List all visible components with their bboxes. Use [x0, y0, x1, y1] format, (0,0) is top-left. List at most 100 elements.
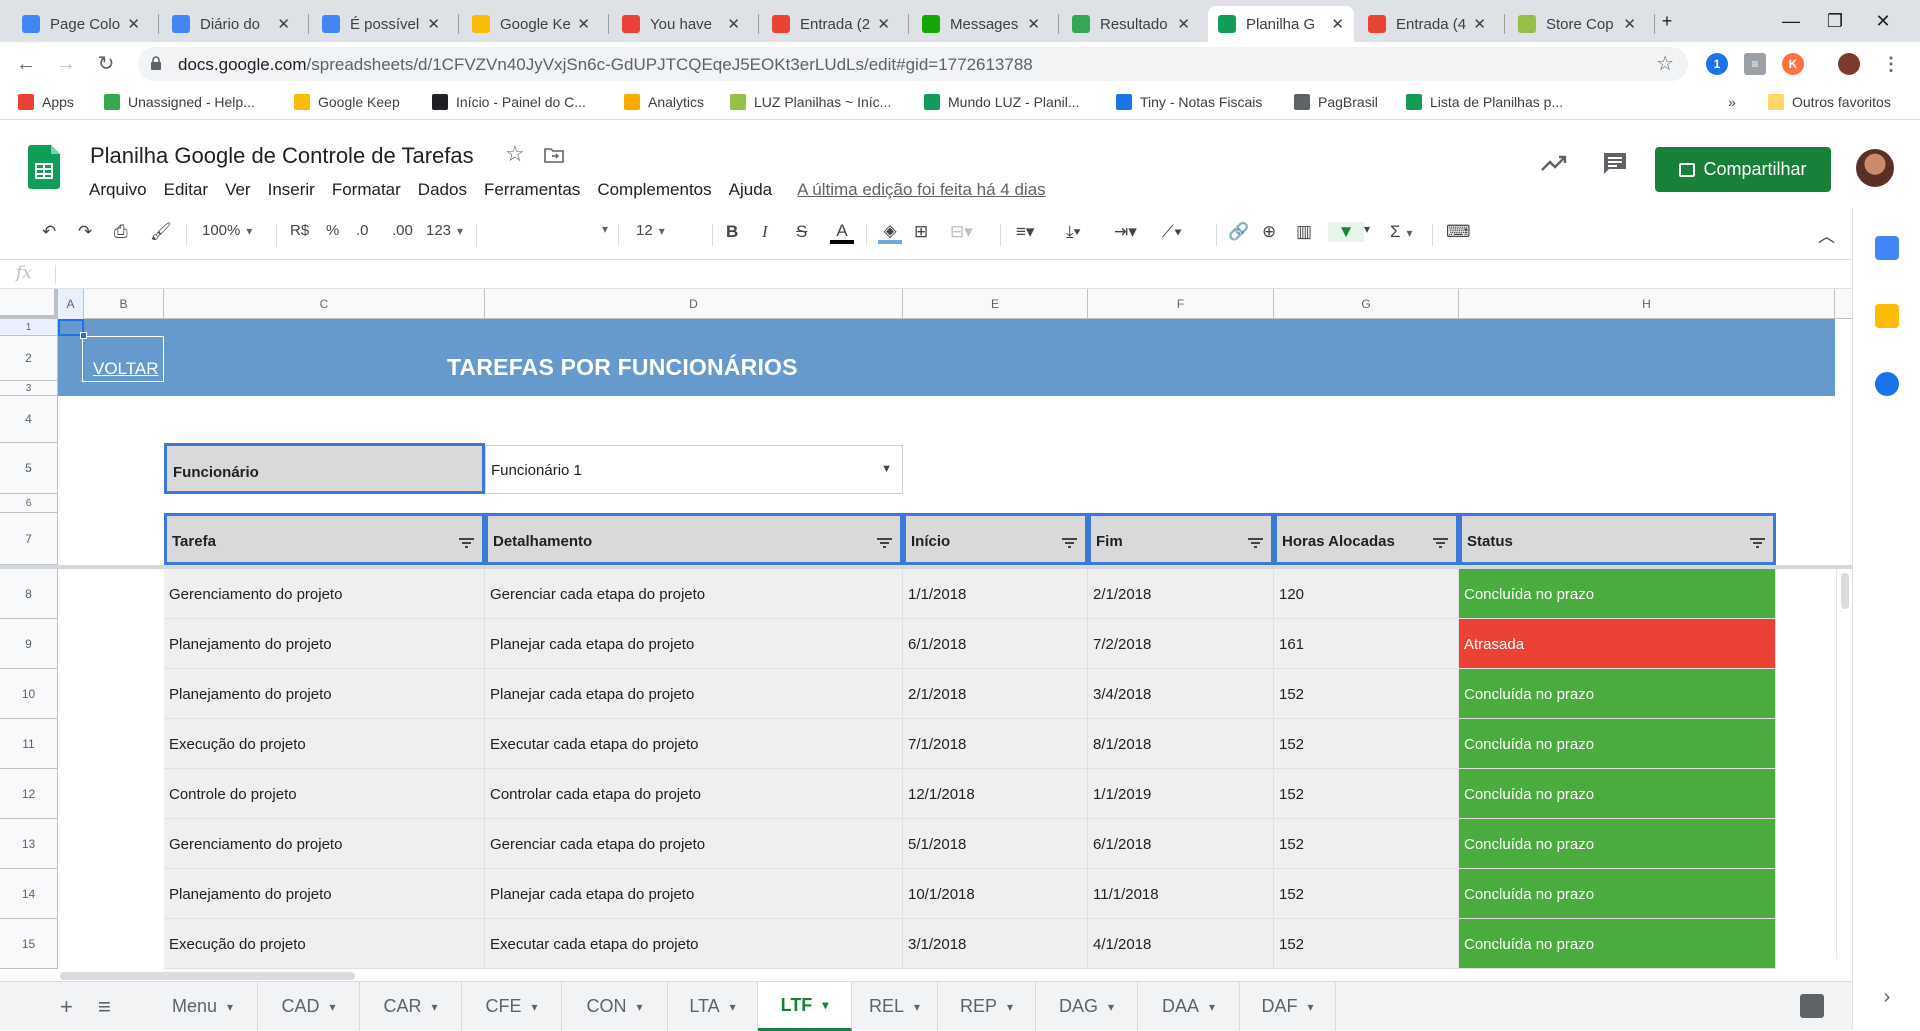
other-bookmarks-folder[interactable]: Outros favoritos	[1768, 94, 1891, 110]
filter-button-icon[interactable]	[1433, 535, 1448, 548]
filter-button-icon[interactable]	[1062, 535, 1077, 548]
close-tab-icon[interactable]: ✕	[1027, 15, 1040, 33]
filter-button-icon[interactable]	[877, 535, 892, 548]
browser-tab[interactable]: Store Cop ✕	[1508, 6, 1646, 42]
table-cell[interactable]: Executar cada etapa do projeto	[485, 719, 903, 769]
sheet-tab[interactable]: REL	[852, 982, 938, 1031]
1password-icon[interactable]: 1	[1706, 53, 1728, 75]
horizontal-align-icon[interactable]: ≡▾	[1016, 222, 1034, 242]
table-cell[interactable]: 161	[1274, 619, 1459, 669]
menu-item[interactable]: Complementos	[597, 180, 711, 200]
browser-tab[interactable]: Page Colo ✕	[12, 6, 150, 42]
sheet-tab[interactable]: REP	[938, 982, 1036, 1031]
font-size-select[interactable]: 12	[636, 222, 665, 239]
star-icon[interactable]: ☆	[505, 141, 525, 167]
insert-comment-icon[interactable]: ⊕	[1262, 222, 1276, 242]
table-cell[interactable]: Concluída no prazo	[1459, 919, 1776, 969]
bookmark-item[interactable]: Analytics	[624, 94, 704, 110]
table-cell[interactable]: Controlar cada etapa do projeto	[485, 769, 903, 819]
browser-tab[interactable]: You have ✕	[612, 6, 750, 42]
table-cell[interactable]: Planejar cada etapa do projeto	[485, 619, 903, 669]
close-tab-icon[interactable]: ✕	[1473, 15, 1486, 33]
calendar-icon[interactable]	[1875, 236, 1899, 260]
zoom-select[interactable]: 100%	[202, 222, 252, 239]
table-cell[interactable]: 152	[1274, 669, 1459, 719]
spreadsheet-grid[interactable]: ABCDEFGH 1 2 3 4 5 6 7 8 9 10 11 12 13 14 15 VOLTAR TA…	[0, 289, 1852, 969]
table-cell[interactable]: Concluída no prazo	[1459, 769, 1776, 819]
bookmark-item[interactable]: Tiny - Notas Fiscais	[1116, 94, 1262, 110]
strikethrough-button[interactable]: S	[796, 222, 807, 242]
row-header[interactable]: 1	[0, 319, 58, 336]
bold-button[interactable]: B	[726, 222, 738, 242]
table-cell[interactable]: 152	[1274, 769, 1459, 819]
bookmark-item[interactable]: LUZ Planilhas ~ Iníc...	[730, 94, 891, 110]
maximize-icon[interactable]: ❐	[1812, 6, 1858, 36]
text-wrap-icon[interactable]: ⇥▾	[1114, 222, 1137, 242]
font-family-select[interactable]: ▾	[490, 222, 608, 236]
sheet-tab[interactable]: DAG	[1036, 982, 1138, 1031]
sheet-tab[interactable]: Menu	[148, 982, 258, 1031]
table-cell[interactable]: 2/1/2018	[1088, 569, 1274, 619]
back-button[interactable]: ←	[12, 50, 40, 78]
document-title[interactable]: Planilha Google de Controle de Tarefas	[90, 143, 474, 169]
address-bar[interactable]: docs.google.com/spreadsheets/d/1CFVZVn40…	[138, 47, 1688, 81]
table-cell[interactable]: 7/1/2018	[903, 719, 1088, 769]
more-formats-select[interactable]: 123	[426, 222, 463, 239]
voltar-link[interactable]: VOLTAR	[82, 336, 164, 382]
borders-icon[interactable]: ⊞	[914, 222, 928, 242]
last-edit-link[interactable]: A última edição foi feita há 4 dias	[797, 180, 1046, 200]
sheet-tab[interactable]: CFE	[462, 982, 562, 1031]
sheet-tab[interactable]: CAR	[360, 982, 462, 1031]
vertical-align-icon[interactable]: ⤓▾	[1066, 222, 1081, 242]
close-tab-icon[interactable]: ✕	[427, 15, 440, 33]
table-cell[interactable]: 1/1/2019	[1088, 769, 1274, 819]
table-cell[interactable]: Execução do projeto	[164, 919, 485, 969]
column-header[interactable]: G	[1274, 289, 1459, 319]
table-cell[interactable]: Planejamento do projeto	[164, 619, 485, 669]
merge-cells-icon[interactable]: ⊟▾	[950, 222, 973, 242]
collapse-toolbar-icon[interactable]: ︿	[1818, 222, 1835, 247]
menu-item[interactable]: Arquivo	[89, 180, 147, 200]
browser-tab[interactable]: Entrada (2 ✕	[762, 6, 900, 42]
close-tab-icon[interactable]: ✕	[1177, 15, 1190, 33]
sheet-tab[interactable]: LTA	[668, 982, 758, 1031]
bookmark-star-icon[interactable]: ☆	[1656, 51, 1674, 76]
activity-dashboard-icon[interactable]	[1540, 153, 1568, 173]
move-folder-icon[interactable]	[544, 147, 564, 163]
row-header[interactable]: 6	[0, 494, 58, 513]
column-header[interactable]: F	[1088, 289, 1274, 319]
row-header[interactable]: 14	[0, 869, 58, 919]
filter-button-icon[interactable]	[1248, 535, 1263, 548]
column-header[interactable]: C	[164, 289, 485, 319]
table-cell[interactable]: Controle do projeto	[164, 769, 485, 819]
row-header[interactable]: 12	[0, 769, 58, 819]
close-window-icon[interactable]: ✕	[1860, 6, 1906, 36]
comments-icon[interactable]	[1602, 151, 1628, 175]
row-header[interactable]: 2	[0, 336, 58, 381]
row-header[interactable]: 5	[0, 443, 58, 494]
table-cell[interactable]: Executar cada etapa do projeto	[485, 919, 903, 969]
minimize-icon[interactable]: —	[1768, 6, 1814, 36]
close-tab-icon[interactable]: ✕	[577, 15, 590, 33]
print-icon[interactable]: ⎙	[114, 222, 128, 242]
keep-icon[interactable]	[1875, 304, 1899, 328]
paint-format-icon[interactable]: 🖌	[150, 222, 172, 242]
browser-tab[interactable]: Resultado ✕	[1062, 6, 1200, 42]
bookmark-item[interactable]: Apps	[18, 94, 74, 110]
menu-item[interactable]: Ferramentas	[484, 180, 580, 200]
table-cell[interactable]: 3/1/2018	[903, 919, 1088, 969]
table-cell[interactable]: Atrasada	[1459, 619, 1776, 669]
menu-item[interactable]: Ajuda	[729, 180, 772, 200]
row-header[interactable]: 13	[0, 819, 58, 869]
bookmark-item[interactable]: Mundo LUZ - Planil...	[924, 94, 1080, 110]
table-cell[interactable]: 12/1/2018	[903, 769, 1088, 819]
filter-icon[interactable]: ▼	[1328, 222, 1364, 242]
sheet-tab[interactable]: LTF	[758, 982, 852, 1031]
bookmark-item[interactable]: PagBrasil	[1294, 94, 1378, 110]
menu-item[interactable]: Ver	[225, 180, 251, 200]
row-header[interactable]: 7	[0, 513, 58, 565]
browser-tab[interactable]: Messages ✕	[912, 6, 1050, 42]
extension-k-icon[interactable]: K	[1782, 53, 1804, 75]
table-cell[interactable]: 2/1/2018	[903, 669, 1088, 719]
sheet-tab[interactable]: DAA	[1138, 982, 1240, 1031]
